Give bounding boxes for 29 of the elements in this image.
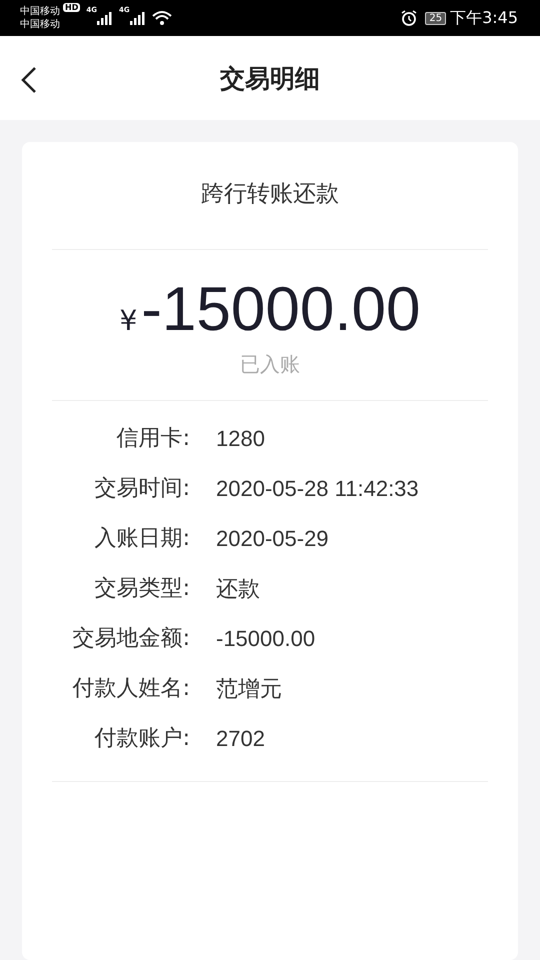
transaction-status: 已入账 bbox=[52, 351, 488, 401]
detail-label: 交易类型: bbox=[94, 575, 190, 603]
detail-value: 还款 bbox=[216, 575, 260, 603]
page-title: 交易明细 bbox=[220, 62, 320, 94]
alarm-icon bbox=[401, 10, 418, 26]
detail-value: 2020-05-29 bbox=[216, 526, 329, 552]
signal-icon bbox=[130, 11, 146, 25]
wifi-icon bbox=[152, 10, 172, 26]
battery-level: 25 bbox=[425, 12, 446, 24]
detail-value: 范增元 bbox=[216, 675, 282, 703]
signal-icon bbox=[96, 11, 113, 25]
detail-value: 2020-05-28 11:42:33 bbox=[216, 476, 419, 502]
back-icon bbox=[20, 66, 38, 94]
detail-label: 交易时间: bbox=[94, 475, 190, 503]
detail-value: -15000.00 bbox=[216, 626, 316, 652]
clock-time: 下午3:45 bbox=[450, 8, 518, 28]
detail-label: 信用卡: bbox=[116, 425, 190, 453]
detail-value: 1280 bbox=[216, 426, 265, 452]
detail-value: 2702 bbox=[216, 726, 265, 752]
hd-badge: HD bbox=[63, 3, 80, 12]
currency-symbol: ¥ bbox=[119, 304, 138, 337]
transaction-title: 跨行转账还款 bbox=[52, 142, 488, 250]
carrier-name: 中国移动 bbox=[20, 18, 60, 31]
detail-label: 入账日期: bbox=[94, 525, 190, 553]
detail-label: 交易地金额: bbox=[72, 625, 190, 653]
carrier-name: 中国移动 bbox=[20, 5, 60, 18]
detail-label: 付款账户: bbox=[94, 725, 190, 753]
amount: -15000.00 bbox=[141, 274, 421, 345]
detail-label: 付款人姓名: bbox=[72, 675, 190, 703]
